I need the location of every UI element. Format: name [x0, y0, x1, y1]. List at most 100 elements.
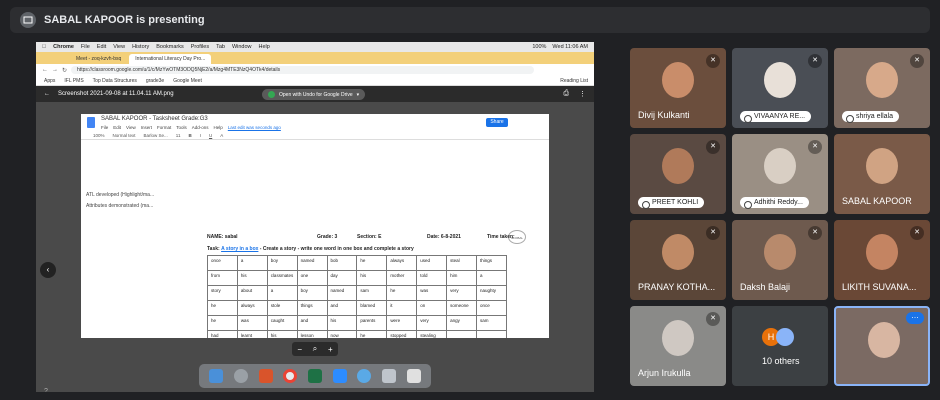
open-with-button[interactable]: Open with Undo for Google Drive ▾ [262, 89, 366, 100]
menu-item[interactable]: Tab [216, 44, 225, 50]
grid-cell: was [236, 315, 268, 331]
browser-tab-meet[interactable]: Meet - zoq-kzvh-bsq [70, 54, 127, 64]
participant-tile[interactable]: ✕ LIKITH SUVANA... [834, 220, 930, 300]
bookmark-item[interactable]: Top Data Structures [93, 78, 137, 84]
doc-style: Normal text [112, 133, 136, 138]
menu-item[interactable]: Window [232, 44, 252, 50]
address-bar-row: ← → ↻ https://classroom.google.com/u/1/c… [36, 64, 594, 76]
reload-icon[interactable]: ↻ [62, 67, 67, 74]
menu-item[interactable]: Help [259, 44, 270, 50]
grid-cell: he [356, 255, 388, 271]
grid-cell: things [476, 255, 507, 271]
grid-cell: his [326, 315, 358, 331]
grid-cell: boy [266, 255, 298, 271]
participant-tile[interactable]: ✕ Adhithi Reddy... [732, 134, 828, 214]
participant-tile[interactable]: H 10 others [732, 306, 828, 386]
menu-item[interactable]: Profiles [191, 44, 209, 50]
back-icon[interactable]: ← [42, 67, 48, 73]
bookmark-item[interactable]: IFL PMS [64, 78, 83, 84]
grid-cell: things [296, 300, 328, 316]
participant-tile[interactable]: ✕ Arjun Irukulla [630, 306, 726, 386]
grid-cell: he [356, 330, 388, 338]
task-instructions: - Create a story - write one word in one… [258, 246, 414, 252]
doc-header: SABAL KAPOOR - Tasksheet Grade:G3 File E… [81, 114, 549, 140]
excel-icon[interactable] [307, 369, 322, 383]
grid-row: story about a boy named sam he was very naughty [207, 285, 507, 301]
bookmark-item[interactable]: Apps [44, 78, 55, 84]
participant-tile[interactable]: ✕ shriya ellala [834, 48, 930, 128]
doc-zoom: 100% [93, 133, 105, 138]
grid-cell: he [386, 285, 418, 301]
doc-menu-item: Tools [176, 125, 187, 130]
mac-menu-bar:  Chrome File Edit View History Bookmark… [36, 42, 594, 52]
grid-cell: bob [326, 255, 358, 271]
doc-menu-item: File [101, 125, 109, 130]
student-grade: Grade: 3 [317, 234, 338, 240]
participant-tile[interactable]: ✕ PREET KOHLI [630, 134, 726, 214]
bookmark-item[interactable]: grade3e [146, 78, 164, 84]
story-grid: once a boy named bob he always used steal things f… [207, 255, 507, 338]
previous-image-button[interactable]: ‹ [40, 262, 56, 278]
url-input[interactable]: https://classroom.google.com/u/1/c/MzYwO… [71, 66, 534, 74]
help-icon[interactable]: ? [44, 388, 48, 392]
chrome-icon[interactable] [283, 369, 298, 383]
zoom-controls: − ⌕ + [292, 342, 338, 356]
zoom-in-button[interactable]: + [328, 345, 333, 354]
menu-item[interactable]: File [81, 44, 90, 50]
menu-clock: Wed 11:06 AM [552, 44, 588, 50]
student-section: Section: E [357, 234, 382, 240]
participant-tile[interactable]: ✕ Daksh Balaji [732, 220, 828, 300]
task-date: Date: 6-8-2021 [427, 234, 461, 240]
preview-icon[interactable] [381, 369, 396, 383]
task-link: A story in a box [221, 246, 259, 252]
task-label: Task: [207, 246, 220, 252]
grid-cell: told [416, 270, 448, 286]
grid-cell: caught [266, 315, 298, 331]
participant-tile[interactable]: ✕ VIVAANYA RE... [732, 48, 828, 128]
zoom-app-icon[interactable] [332, 369, 347, 383]
participant-tile[interactable]: ✕ Divij Kulkanti [630, 48, 726, 128]
grid-cell: once [476, 300, 507, 316]
doc-title: SABAL KAPOOR - Tasksheet Grade:G3 [101, 116, 208, 122]
doc-menu-item: Format [156, 125, 172, 130]
more-options-icon[interactable]: … [906, 312, 924, 324]
image-viewer: ← Screenshot 2021-09-08 at 11.04.11 AM.p… [36, 86, 594, 392]
finder-icon[interactable] [209, 369, 224, 383]
drive-app-icon [268, 91, 275, 98]
doc-menu-item: Insert [140, 125, 152, 130]
menu-item[interactable]: Bookmarks [156, 44, 184, 50]
menu-item[interactable]: View [113, 44, 125, 50]
forward-icon[interactable]: → [52, 67, 58, 73]
more-vert-icon[interactable]: ⋮ [579, 90, 586, 98]
grid-cell: was [416, 285, 448, 301]
print-icon[interactable]: ⎙ [563, 90, 569, 98]
powerpoint-icon[interactable] [258, 369, 273, 383]
doc-outline: ATL developed (Highlight/ma... Attribute… [86, 190, 154, 212]
trash-icon[interactable] [406, 369, 421, 383]
menu-item[interactable]: Edit [97, 44, 106, 50]
bookmark-item[interactable]: Google Meet [173, 78, 202, 84]
back-arrow-icon[interactable]: ← [44, 91, 50, 97]
participant-grid: ✕ Divij Kulkanti ✕ VIVAANYA RE... ✕ shriya el… [630, 48, 930, 390]
doc-font: Barlow Se... [143, 133, 168, 138]
other-participant-avatar [776, 328, 794, 346]
bookmarks-bar: Apps IFL PMS Top Data Structures grade3e… [36, 76, 594, 86]
grid-cell [446, 330, 478, 338]
grid-cell: always [386, 255, 418, 271]
document-screenshot: SABAL KAPOOR - Tasksheet Grade:G3 File E… [81, 114, 549, 338]
doc-font-size: 11 [175, 133, 181, 138]
mic-off-icon: ✕ [808, 226, 822, 240]
reading-list[interactable]: Reading List [560, 78, 594, 84]
participant-video [866, 148, 898, 184]
participant-tile[interactable]: ✕ PRANAY KOTHA... [630, 220, 726, 300]
participant-tile[interactable]: SABAL KAPOOR [834, 134, 930, 214]
browser-tab-classroom[interactable]: International Literacy Day Pro... [129, 54, 212, 64]
launchpad-icon[interactable] [233, 369, 248, 383]
menu-item[interactable]: History [132, 44, 149, 50]
participant-tile[interactable]: …You [834, 306, 930, 386]
network-icon[interactable] [357, 369, 372, 383]
docs-icon [87, 117, 95, 128]
participant-name: PREET KOHLI [638, 197, 705, 209]
zoom-out-button[interactable]: − [297, 345, 302, 354]
grid-cell: a [236, 255, 268, 271]
